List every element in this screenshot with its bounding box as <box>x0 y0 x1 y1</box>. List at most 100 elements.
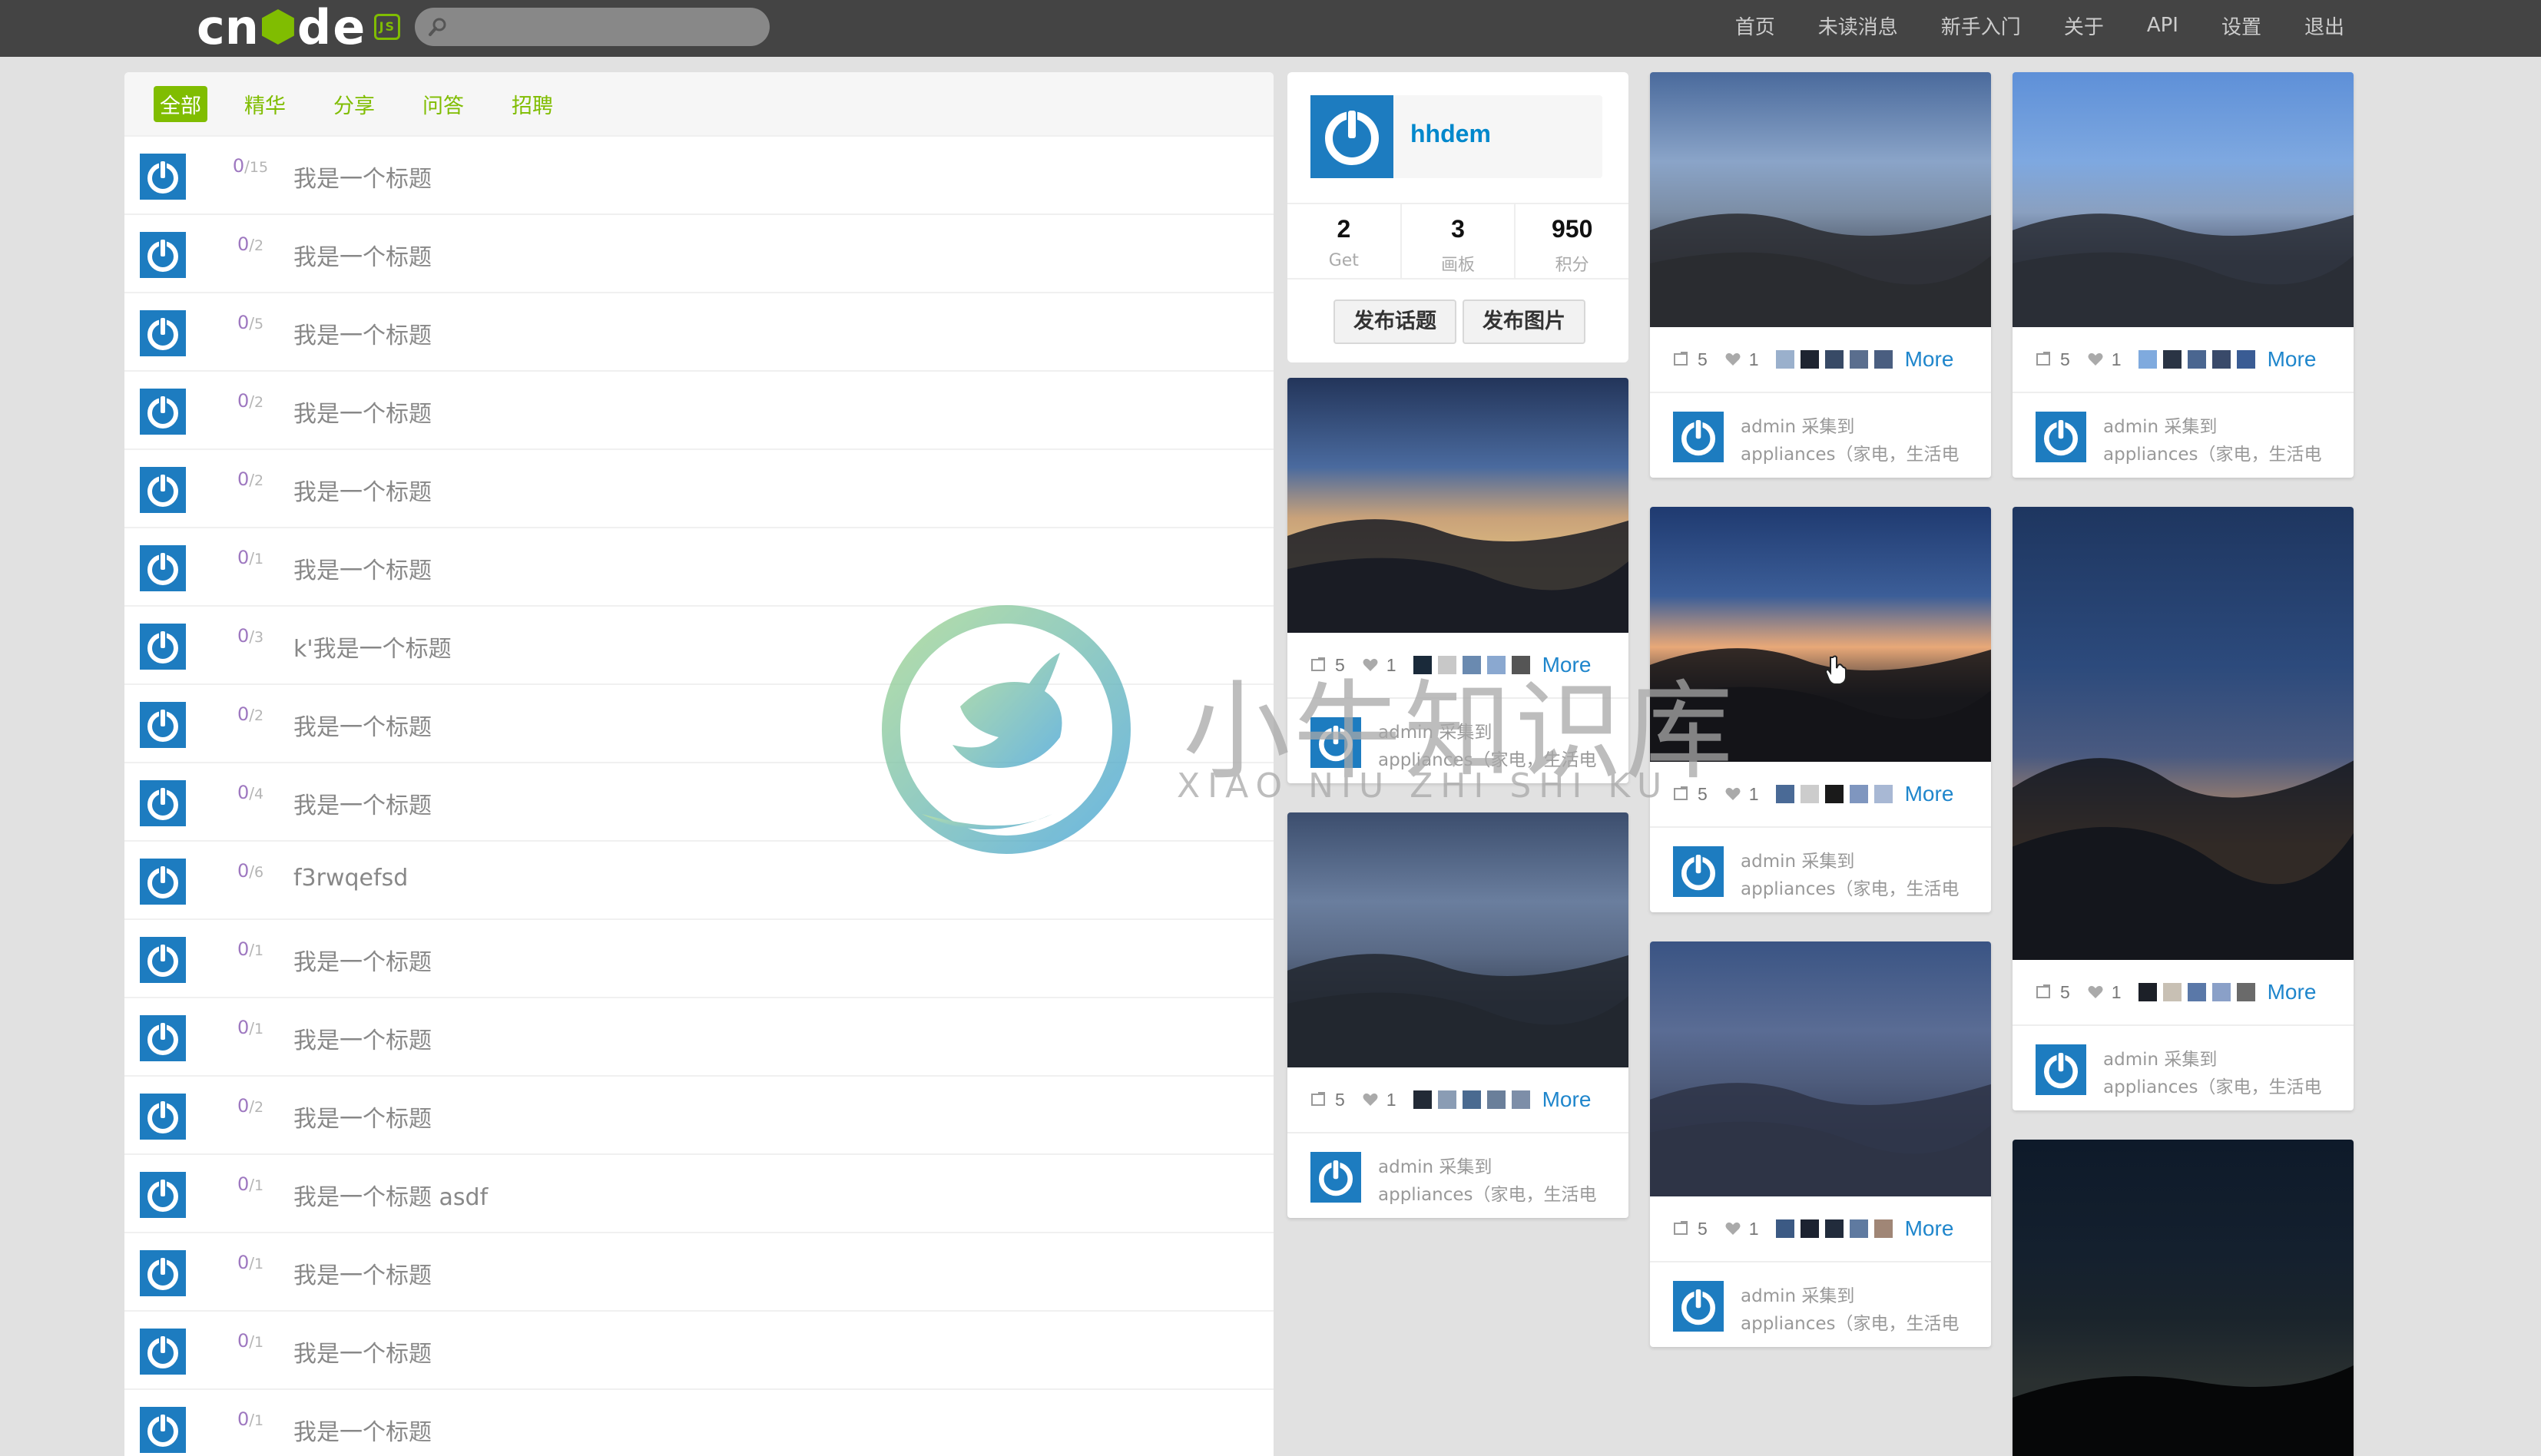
topic-row[interactable]: 0/2 我是一个标题 <box>124 683 1274 762</box>
topic-row[interactable]: 0/2 我是一个标题 <box>124 213 1274 292</box>
author-avatar[interactable] <box>140 1407 186 1453</box>
author-avatar[interactable] <box>140 1094 186 1140</box>
tab-good[interactable]: 精华 <box>238 86 292 122</box>
color-swatch[interactable] <box>2162 350 2182 369</box>
topic-row[interactable]: 0/2 我是一个标题 <box>124 370 1274 448</box>
heart-icon[interactable] <box>2087 984 2104 1001</box>
color-swatch[interactable] <box>1873 350 1893 369</box>
pin-card-partial[interactable] <box>2013 1140 2354 1456</box>
pin-card[interactable]: 5 1 More admin 采集到 appliances（家电，生活电 <box>2013 507 2354 1110</box>
topic-title[interactable]: 我是一个标题 <box>293 1021 432 1055</box>
tab-all[interactable]: 全部 <box>154 85 207 122</box>
tab-ask[interactable]: 问答 <box>416 86 470 122</box>
nav-unread-messages[interactable]: 未读消息 <box>1797 12 1920 40</box>
more-link[interactable]: More <box>1905 1216 1954 1241</box>
author-avatar[interactable] <box>140 1015 186 1061</box>
topic-title[interactable]: 我是一个标题 <box>293 708 432 742</box>
color-swatch[interactable] <box>1462 656 1481 674</box>
post-image-button[interactable]: 发布图片 <box>1463 299 1585 344</box>
topic-row[interactable]: 0/3 k'我是一个标题 <box>124 605 1274 683</box>
color-swatch[interactable] <box>2187 983 2206 1001</box>
pin-photo[interactable] <box>2013 72 2354 327</box>
topic-row[interactable]: 0/4 我是一个标题 <box>124 762 1274 840</box>
color-swatch[interactable] <box>1511 656 1530 674</box>
color-swatch[interactable] <box>2187 350 2206 369</box>
color-swatch[interactable] <box>2236 983 2255 1001</box>
topic-title[interactable]: 我是一个标题 <box>293 160 432 194</box>
topic-row[interactable]: 0/15 我是一个标题 <box>124 135 1274 213</box>
user-avatar[interactable] <box>1310 95 1393 178</box>
collector-text[interactable]: admin 采集到 <box>2103 1044 2217 1070</box>
collector-text[interactable]: admin 采集到 <box>1378 1152 1492 1178</box>
collector-text[interactable]: admin 采集到 <box>1741 1281 1854 1307</box>
nav-getting-started[interactable]: 新手入门 <box>1920 12 2042 40</box>
topic-row[interactable]: 0/1 我是一个标题 <box>124 918 1274 997</box>
more-link[interactable]: More <box>1905 347 1954 372</box>
collector-text[interactable]: admin 采集到 <box>1741 846 1854 872</box>
topic-row[interactable]: 0/6 f3rwqefsd <box>124 840 1274 918</box>
color-swatch[interactable] <box>1462 1090 1481 1109</box>
more-link[interactable]: More <box>2268 980 2317 1004</box>
nav-logout[interactable]: 退出 <box>2283 12 2366 40</box>
repin-icon[interactable] <box>1310 657 1327 673</box>
pin-photo[interactable] <box>2013 1140 2354 1456</box>
author-avatar[interactable] <box>140 154 186 200</box>
nav-api[interactable]: API <box>2125 14 2200 37</box>
more-link[interactable]: More <box>2268 347 2317 372</box>
topic-title[interactable]: 我是一个标题 <box>293 1100 432 1133</box>
author-avatar[interactable] <box>140 1250 186 1296</box>
color-swatch[interactable] <box>1873 785 1893 803</box>
heart-icon[interactable] <box>1362 657 1379 673</box>
collector-avatar[interactable] <box>2036 412 2086 462</box>
color-swatch[interactable] <box>1413 1090 1432 1109</box>
pin-card[interactable]: 5 1 More admin 采集到 appliances（家电，生活电 <box>1287 812 1628 1218</box>
board-name[interactable]: appliances（家电，生活电 <box>2103 439 2322 465</box>
color-swatch[interactable] <box>2138 983 2157 1001</box>
color-swatch[interactable] <box>1775 350 1794 369</box>
board-name[interactable]: appliances（家电，生活电 <box>1741 1309 1960 1335</box>
pin-card[interactable]: 5 1 More admin 采集到 appliances（家电，生活电 <box>2013 72 2354 478</box>
color-swatch[interactable] <box>1775 785 1794 803</box>
topic-row[interactable]: 0/1 我是一个标题 <box>124 527 1274 605</box>
board-name[interactable]: appliances（家电，生活电 <box>1741 439 1960 465</box>
topic-title[interactable]: 我是一个标题 <box>293 551 432 585</box>
pin-card[interactable]: 5 1 More admin 采集到 appliances（家电，生活电 <box>1650 72 1991 478</box>
topic-title[interactable]: k'我是一个标题 <box>293 630 452 663</box>
author-avatar[interactable] <box>140 702 186 748</box>
heart-icon[interactable] <box>1724 786 1741 802</box>
heart-icon[interactable] <box>2087 351 2104 368</box>
topic-row[interactable]: 0/2 我是一个标题 <box>124 448 1274 527</box>
color-swatch[interactable] <box>1413 656 1432 674</box>
color-swatch[interactable] <box>1800 785 1819 803</box>
color-swatch[interactable] <box>1849 350 1868 369</box>
topic-title[interactable]: 我是一个标题 <box>293 1335 432 1368</box>
repin-icon[interactable] <box>1673 351 1690 368</box>
post-topic-button[interactable]: 发布话题 <box>1333 299 1456 344</box>
tab-job[interactable]: 招聘 <box>505 86 559 122</box>
color-swatch[interactable] <box>1486 656 1506 674</box>
collector-text[interactable]: admin 采集到 <box>2103 412 2217 438</box>
topic-row[interactable]: 0/2 我是一个标题 <box>124 1075 1274 1153</box>
nav-about[interactable]: 关于 <box>2042 12 2125 40</box>
collector-text[interactable]: admin 采集到 <box>1741 412 1854 438</box>
username-link[interactable]: hhdem <box>1410 120 1491 148</box>
color-swatch[interactable] <box>1437 1090 1456 1109</box>
pin-photo[interactable] <box>1650 507 1991 762</box>
topic-row[interactable]: 0/1 我是一个标题 <box>124 1388 1274 1456</box>
stat-score[interactable]: 950 积分 <box>1516 204 1628 278</box>
board-name[interactable]: appliances（家电，生活电 <box>1741 874 1960 900</box>
pin-card[interactable]: 5 1 More admin 采集到 appliances（家电，生活电 <box>1650 507 1991 912</box>
site-logo[interactable]: cn de JS <box>197 0 401 55</box>
author-avatar[interactable] <box>140 859 186 905</box>
author-avatar[interactable] <box>140 1172 186 1218</box>
color-swatch[interactable] <box>1775 1219 1794 1238</box>
color-swatch[interactable] <box>1437 656 1456 674</box>
repin-icon[interactable] <box>1673 1220 1690 1237</box>
topic-title[interactable]: 我是一个标题 <box>293 1413 432 1447</box>
author-avatar[interactable] <box>140 545 186 591</box>
collector-avatar[interactable] <box>1310 1152 1361 1203</box>
search-box[interactable] <box>415 8 770 46</box>
author-avatar[interactable] <box>140 232 186 278</box>
topic-title[interactable]: 我是一个标题 <box>293 316 432 350</box>
collector-avatar[interactable] <box>1673 846 1724 897</box>
